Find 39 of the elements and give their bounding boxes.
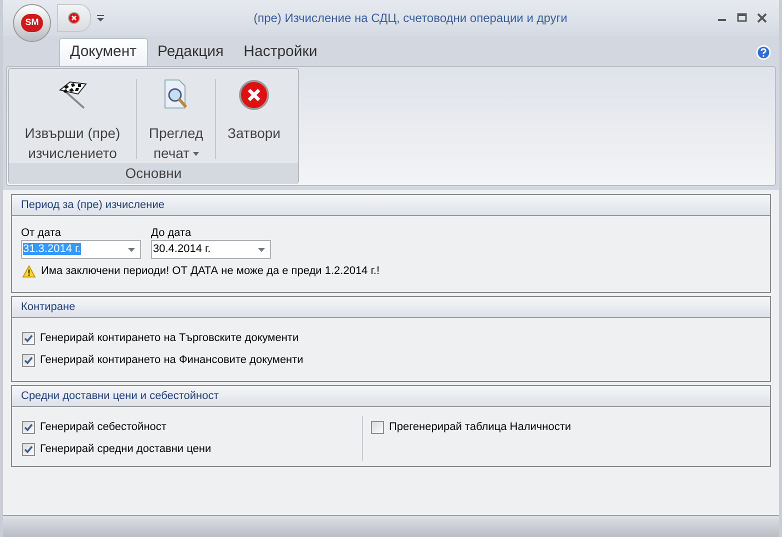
dropdown-caret-icon[interactable] bbox=[128, 248, 135, 252]
warning-icon bbox=[22, 264, 36, 278]
ribbon-tab[interactable]: Редакция bbox=[148, 38, 234, 66]
group-label: Основни bbox=[9, 163, 298, 184]
check-icon bbox=[24, 444, 33, 454]
ribbon-tab[interactable]: Настройки bbox=[234, 38, 328, 66]
warning-message: Има заключени периоди! ОТ ДАТА не може да е преди 1.2.2014 г.! bbox=[41, 264, 380, 279]
checkbox-label: Генерирай контирането на Финансовите документи bbox=[40, 352, 304, 368]
dropdown-caret-icon[interactable] bbox=[258, 248, 265, 252]
checkbox-label: Генерирай контирането на Търговските документи bbox=[40, 330, 299, 346]
checkbox-label: Генерирай себестойност bbox=[40, 420, 166, 435]
window-title: (пре) Изчисление на СДЦ, счетоводни операции и други bbox=[252, 10, 568, 27]
checkbox-label: Прегенерирай таблица Наличности bbox=[389, 420, 572, 435]
check-icon bbox=[24, 334, 33, 342]
checkbox[interactable] bbox=[22, 354, 35, 366]
checkbox[interactable] bbox=[22, 332, 35, 344]
close-circle-icon bbox=[238, 79, 270, 111]
field-label: От дата bbox=[21, 226, 62, 240]
ribbon-button[interactable]: Затвори bbox=[216, 75, 292, 163]
maximize-icon[interactable] bbox=[737, 13, 747, 23]
quick-access-menu-icon[interactable] bbox=[97, 14, 104, 22]
section-header: Период за (пре) изчисление bbox=[12, 195, 770, 216]
checkbox[interactable] bbox=[371, 420, 384, 434]
checkbox[interactable] bbox=[22, 420, 35, 434]
ribbon-tab[interactable]: Документ bbox=[59, 38, 148, 66]
field-label: До дата bbox=[151, 226, 192, 240]
check-icon bbox=[24, 422, 33, 432]
date-field[interactable]: 30.4.2014 г. bbox=[151, 240, 271, 259]
ribbon-button[interactable]: Извърши (пре) изчислението bbox=[9, 75, 136, 163]
section-header: Контиране bbox=[12, 297, 770, 318]
app-button[interactable]: SM bbox=[13, 4, 51, 42]
help-icon[interactable] bbox=[756, 44, 771, 60]
close-icon[interactable] bbox=[757, 13, 767, 23]
checkbox-label: Генерирай средни доставни цени bbox=[40, 442, 212, 457]
ribbon-button[interactable]: Преглед печат bbox=[137, 75, 215, 163]
close-circle-icon[interactable] bbox=[68, 12, 80, 24]
section-header: Средни доставни цени и себестойност bbox=[12, 386, 770, 407]
checkbox[interactable] bbox=[22, 442, 35, 456]
check-icon bbox=[24, 356, 33, 364]
